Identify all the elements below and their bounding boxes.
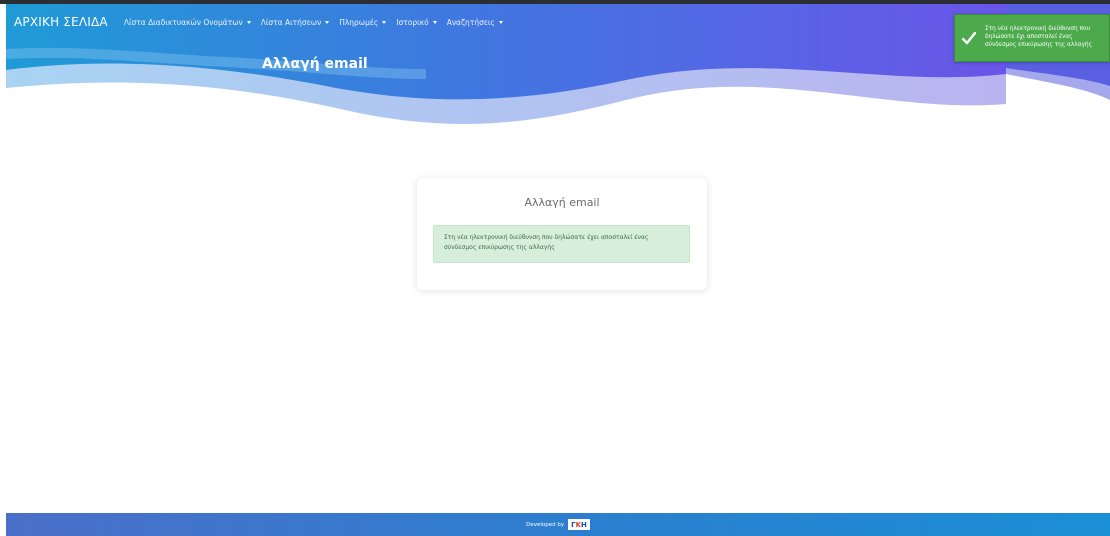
check-icon bbox=[961, 31, 977, 45]
nav-item-domain-names[interactable]: Λίστα Διαδικτυακών Ονομάτων bbox=[124, 18, 251, 27]
developer-logo[interactable]: ΓΚΗ bbox=[568, 519, 590, 530]
footer: Developed by ΓΚΗ bbox=[6, 513, 1110, 536]
chevron-down-icon bbox=[325, 20, 330, 24]
logo-letter: Η bbox=[581, 520, 587, 529]
nav-item-searches[interactable]: Αναζητήσεις bbox=[447, 18, 503, 27]
card-title: Αλλαγή email bbox=[524, 196, 600, 209]
chevron-down-icon bbox=[382, 20, 387, 24]
chevron-down-icon bbox=[246, 20, 251, 24]
home-link[interactable]: ΑΡΧΙΚΗ ΣΕΛΙΔΑ bbox=[14, 15, 108, 29]
page-title: Αλλαγή email bbox=[262, 56, 368, 72]
nav-item-label: Λίστα Διαδικτυακών Ονομάτων bbox=[123, 17, 243, 27]
toast-message: Στη νέα ηλεκτρονική διεύθυνση που δηλώσα… bbox=[985, 26, 1093, 48]
change-email-card: Αλλαγή email Στη νέα ηλεκτρονική διεύθυν… bbox=[417, 178, 707, 290]
nav-item-label: Ιστορικό bbox=[396, 17, 429, 27]
nav-item-applications[interactable]: Λίστα Αιτήσεων bbox=[260, 17, 330, 27]
nav-item-label: Αναζητήσεις bbox=[446, 17, 495, 27]
nav-item-label: Λίστα Αιτήσεων bbox=[260, 17, 322, 27]
chevron-down-icon bbox=[498, 20, 503, 24]
page: ΑΡΧΙΚΗ ΣΕΛΙΔΑ Λίστα Διαδικτυακών Ονομάτω… bbox=[0, 0, 1110, 536]
nav-item-history[interactable]: Ιστορικό bbox=[396, 17, 437, 27]
nav-item-payments[interactable]: Πληρωμές bbox=[339, 17, 387, 27]
success-alert: Στη νέα ηλεκτρονική διεύθυνση που δηλώσα… bbox=[433, 225, 690, 263]
success-toast[interactable]: Στη νέα ηλεκτρονική διεύθυνση που δηλώσα… bbox=[954, 14, 1110, 62]
main-navbar: ΑΡΧΙΚΗ ΣΕΛΙΔΑ Λίστα Διαδικτυακών Ονομάτω… bbox=[6, 8, 503, 36]
nav-item-label: Πληρωμές bbox=[339, 17, 379, 27]
footer-credit-text: Developed by bbox=[526, 521, 565, 528]
chevron-down-icon bbox=[432, 20, 437, 24]
